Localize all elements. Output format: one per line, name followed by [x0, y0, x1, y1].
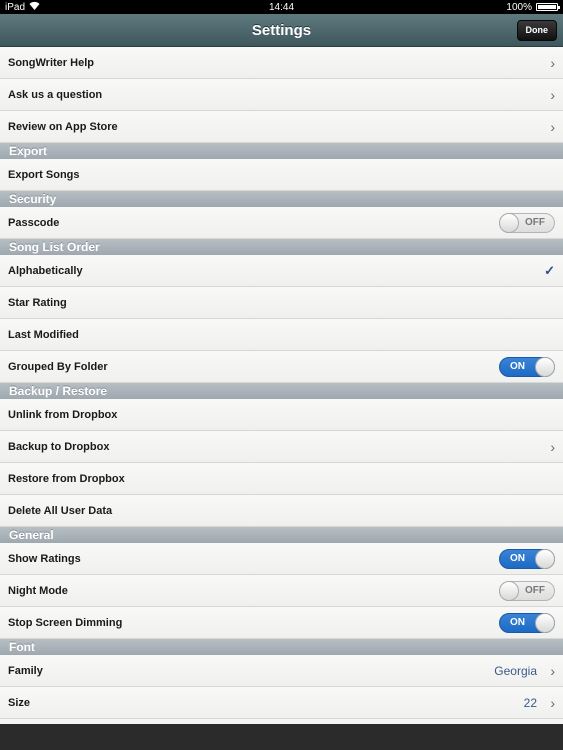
navigation-bar: Settings Done — [0, 14, 563, 47]
checkmark-icon: ✓ — [544, 262, 555, 278]
row-label: Export Songs — [8, 168, 80, 181]
toggle-knob — [499, 580, 519, 601]
row-label: Last Modified — [8, 328, 79, 341]
section-header-security: Security — [0, 191, 563, 207]
row-label: Night Mode — [8, 584, 68, 597]
show-ratings-row: Show Ratings ON — [0, 543, 563, 575]
row-label: Show Ratings — [8, 552, 81, 565]
toggle-state: ON — [510, 552, 525, 564]
grouped-by-folder-toggle[interactable]: ON — [499, 356, 555, 377]
settings-list: SongWriter Help › Ask us a question › Re… — [0, 47, 563, 724]
row-label: Stop Screen Dimming — [8, 616, 123, 629]
chevron-right-icon: › — [550, 438, 555, 455]
night-mode-row: Night Mode OFF — [0, 575, 563, 607]
wifi-icon — [29, 1, 40, 13]
chevron-right-icon: › — [550, 54, 555, 71]
row-label: Grouped By Folder — [8, 360, 108, 373]
review-app-store-row[interactable]: Review on App Store › — [0, 111, 563, 143]
battery-icon — [536, 3, 560, 11]
toggle-state: OFF — [525, 216, 545, 228]
done-button[interactable]: Done — [516, 20, 557, 41]
battery-label: 100% — [506, 1, 532, 13]
toggle-knob — [499, 212, 519, 233]
passcode-row: Passcode OFF — [0, 207, 563, 239]
chevron-right-icon: › — [550, 694, 555, 711]
bottom-bar — [0, 724, 563, 750]
show-ratings-toggle[interactable]: ON — [499, 548, 555, 569]
row-label: Restore from Dropbox — [8, 472, 125, 485]
toggle-state: OFF — [525, 584, 545, 596]
restore-dropbox-row[interactable]: Restore from Dropbox — [0, 463, 563, 495]
ask-question-row[interactable]: Ask us a question › — [0, 79, 563, 111]
row-label: Star Rating — [8, 296, 67, 309]
font-size-value: 22 — [523, 695, 537, 710]
row-label: SongWriter Help — [8, 56, 94, 69]
section-header-backup-restore: Backup / Restore — [0, 383, 563, 399]
chevron-right-icon: › — [550, 662, 555, 679]
night-mode-toggle[interactable]: OFF — [499, 580, 555, 601]
section-header-song-list-order: Song List Order — [0, 239, 563, 255]
delete-user-data-row[interactable]: Delete All User Data — [0, 495, 563, 527]
toggle-state: ON — [510, 360, 525, 372]
alphabetically-row[interactable]: Alphabetically ✓ — [0, 255, 563, 287]
section-header-export: Export — [0, 143, 563, 159]
section-header-general: General — [0, 527, 563, 543]
row-label: Alphabetically — [8, 264, 83, 277]
font-family-value: Georgia — [494, 663, 537, 678]
row-label: Unlink from Dropbox — [8, 408, 118, 421]
row-label: Backup to Dropbox — [8, 440, 110, 453]
font-family-row[interactable]: Family Georgia › — [0, 655, 563, 687]
row-label: Family — [8, 664, 43, 677]
unlink-dropbox-row[interactable]: Unlink from Dropbox — [0, 399, 563, 431]
page-title: Settings — [251, 22, 312, 39]
stop-screen-dimming-row: Stop Screen Dimming ON — [0, 607, 563, 639]
songwriter-help-row[interactable]: SongWriter Help › — [0, 47, 563, 79]
font-size-row[interactable]: Size 22 › — [0, 687, 563, 719]
export-songs-row[interactable]: Export Songs — [0, 159, 563, 191]
last-modified-row[interactable]: Last Modified — [0, 319, 563, 351]
grouped-by-folder-row: Grouped By Folder ON — [0, 351, 563, 383]
carrier-label: iPad — [5, 1, 26, 13]
row-label: Review on App Store — [8, 120, 118, 133]
backup-dropbox-row[interactable]: Backup to Dropbox › — [0, 431, 563, 463]
clock: 14:44 — [268, 1, 295, 13]
row-label: Ask us a question — [8, 88, 103, 101]
chevron-right-icon: › — [550, 86, 555, 103]
row-label: Delete All User Data — [8, 504, 113, 517]
toggle-knob — [535, 548, 555, 569]
status-bar: iPad 14:44 100% — [0, 0, 563, 14]
toggle-knob — [535, 356, 555, 377]
toggle-knob — [535, 612, 555, 633]
passcode-toggle[interactable]: OFF — [499, 212, 555, 233]
chevron-right-icon: › — [550, 118, 555, 135]
row-label: Size — [8, 696, 31, 709]
stop-screen-dimming-toggle[interactable]: ON — [499, 612, 555, 633]
row-label: Passcode — [8, 216, 60, 229]
section-header-font: Font — [0, 639, 563, 655]
toggle-state: ON — [510, 616, 525, 628]
star-rating-row[interactable]: Star Rating — [0, 287, 563, 319]
